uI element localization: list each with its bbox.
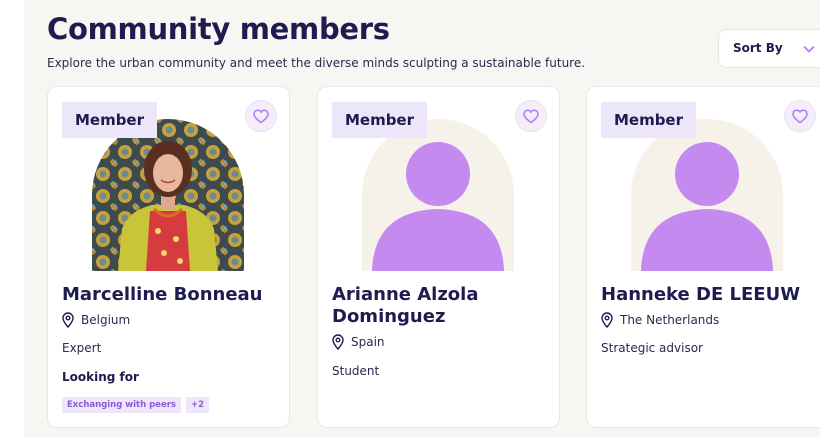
member-badge: Member: [601, 102, 696, 138]
location-text: Spain: [351, 335, 385, 349]
interest-tag: Exchanging with peers: [62, 397, 181, 413]
sort-dropdown[interactable]: Sort By: [718, 29, 820, 68]
looking-for-label: Looking for: [62, 370, 139, 384]
community-page: Community members Explore the urban comm…: [24, 0, 820, 438]
avatar-placeholder: [362, 119, 514, 271]
member-name[interactable]: Arianne Alzola Dominguez: [332, 284, 552, 328]
location-pin-icon: [601, 312, 613, 328]
sort-label: Sort By: [733, 41, 783, 55]
interest-tags: Exchanging with peers +2: [62, 397, 210, 413]
member-photo: [92, 119, 244, 271]
favorite-button[interactable]: [515, 100, 547, 132]
member-location: Belgium: [62, 311, 130, 329]
member-role: Strategic advisor: [601, 341, 703, 355]
chevron-down-icon: [803, 46, 815, 53]
member-name[interactable]: Hanneke DE LEEUW: [601, 284, 820, 306]
location-pin-icon: [332, 334, 344, 350]
page-subtitle: Explore the urban community and meet the…: [47, 56, 586, 70]
more-tags-badge[interactable]: +2: [185, 397, 210, 413]
favorite-button[interactable]: [245, 100, 277, 132]
heart-icon: [253, 108, 269, 123]
person-icon: [372, 142, 504, 271]
member-card[interactable]: Member Hanneke DE LEEUW The Netherlands …: [586, 86, 820, 428]
member-name[interactable]: Marcelline Bonneau: [62, 284, 282, 306]
location-text: Belgium: [81, 313, 131, 327]
favorite-button[interactable]: [784, 100, 816, 132]
member-location: The Netherlands: [601, 311, 719, 329]
member-card[interactable]: Member Marcelline Bonneau Belgium Expert…: [47, 86, 290, 428]
heart-icon: [523, 108, 539, 123]
location-text: The Netherlands: [620, 313, 720, 327]
member-location: Spain: [332, 333, 385, 351]
page-title: Community members: [47, 12, 390, 46]
person-icon: [641, 142, 773, 271]
heart-icon: [792, 108, 808, 123]
member-role: Student: [332, 364, 380, 378]
member-role: Expert: [62, 341, 102, 355]
member-badge: Member: [62, 102, 157, 138]
member-card[interactable]: Member Arianne Alzola Dominguez Spain St…: [317, 86, 560, 428]
location-pin-icon: [62, 312, 74, 328]
left-margin: [0, 0, 24, 438]
avatar-placeholder: [631, 119, 783, 271]
member-badge: Member: [332, 102, 427, 138]
